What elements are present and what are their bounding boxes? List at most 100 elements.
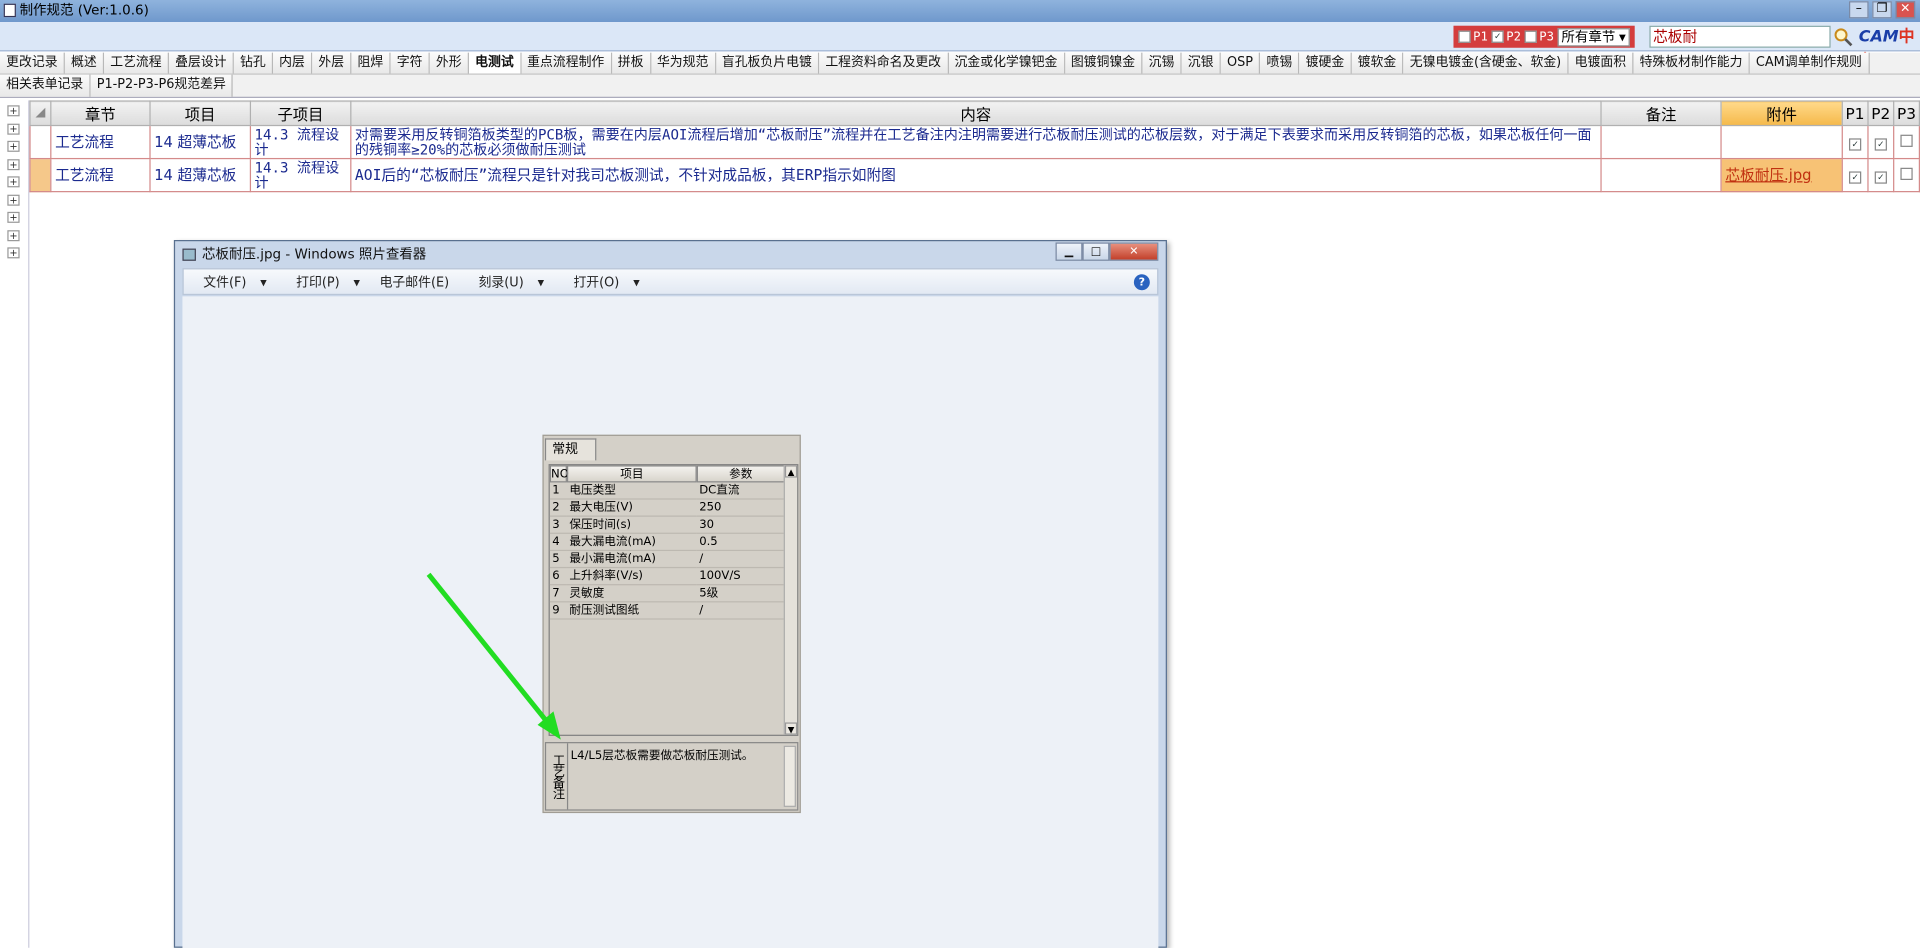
expand-icon[interactable]: + <box>7 194 20 206</box>
menu-open[interactable]: 打开(O) ▾ <box>554 272 650 290</box>
tab-item[interactable]: 特殊板材制作能力 <box>1633 52 1750 74</box>
cell-attachment[interactable] <box>1720 124 1843 160</box>
expand-icon[interactable]: + <box>7 140 20 152</box>
col-content[interactable]: 内容 <box>349 100 1602 127</box>
tab-item[interactable]: 电镀面积 <box>1568 52 1634 74</box>
tab-item[interactable]: 图镀铜镍金 <box>1064 52 1143 74</box>
cell-content[interactable]: AOI后的“芯板耐压”流程只是针对我司芯板测试，不针对成品板，其ERP指示如附图 <box>349 157 1602 193</box>
tab-item[interactable]: 沉锡 <box>1142 52 1182 74</box>
cell-chapter[interactable]: 工艺流程 <box>50 157 151 193</box>
table-row[interactable]: 工艺流程 14 超薄芯板 14.3 流程设计 对需要采用反转铜箔板类型的PCB板… <box>29 124 1920 160</box>
tab-item[interactable]: 字符 <box>390 52 430 74</box>
search-input[interactable]: 芯板耐 <box>1649 25 1831 48</box>
expand-icon[interactable]: + <box>7 211 20 223</box>
tab-item[interactable]: 重点流程制作 <box>521 52 612 74</box>
tab-item[interactable]: 外形 <box>429 52 469 74</box>
app-icon <box>3 3 16 18</box>
attachment-link[interactable]: 芯板耐压.jpg <box>1725 167 1811 184</box>
tab-item[interactable]: 镀软金 <box>1351 52 1404 74</box>
cell-chapter[interactable]: 工艺流程 <box>50 124 151 160</box>
tab-item[interactable]: 内层 <box>273 52 313 74</box>
chevron-down-icon: ▾ <box>1618 28 1626 45</box>
col-item[interactable]: 项目 <box>149 100 251 127</box>
row-selector-header[interactable] <box>29 100 52 127</box>
tab-item[interactable]: 镀硬金 <box>1299 52 1352 74</box>
search-button[interactable] <box>1831 24 1855 48</box>
cell-item[interactable]: 14 超薄芯板 <box>149 157 251 193</box>
tab-item[interactable]: P1-P2-P3-P6规范差异 <box>90 74 234 97</box>
tab-item[interactable]: 叠层设计 <box>168 52 234 74</box>
col-remark[interactable]: 备注 <box>1600 100 1722 127</box>
p2-filter[interactable]: ✓ P2 <box>1491 30 1521 43</box>
tab-item[interactable]: 喷锡 <box>1260 52 1300 74</box>
menu-file[interactable]: 文件(F) ▾ <box>184 272 277 290</box>
cell-remark[interactable] <box>1600 124 1722 160</box>
row-selector[interactable] <box>29 124 52 160</box>
tab-item[interactable]: 沉银 <box>1181 52 1221 74</box>
help-icon[interactable]: ? <box>1133 274 1150 291</box>
tab-item[interactable]: 电测试 <box>468 52 522 74</box>
cell-p1[interactable]: ✓ <box>1841 124 1869 160</box>
col-p1[interactable]: P1 <box>1841 100 1869 127</box>
cell-p3[interactable] <box>1892 124 1920 160</box>
tab-item[interactable]: 相关表单记录 <box>0 74 91 97</box>
cell-p2[interactable]: ✓ <box>1867 157 1895 193</box>
cell-p1[interactable]: ✓ <box>1841 157 1869 193</box>
minimize-button[interactable]: – <box>1848 1 1869 19</box>
menu-print[interactable]: 打印(P) ▾ <box>277 272 370 290</box>
tab-item[interactable]: 工程资料命名及更改 <box>819 52 949 74</box>
col-attachment[interactable]: 附件 <box>1720 100 1843 127</box>
tab-item[interactable]: 更改记录 <box>0 52 65 74</box>
cell-attachment[interactable]: 芯板耐压.jpg <box>1720 157 1843 193</box>
row-selector[interactable] <box>29 157 52 193</box>
cell-p2[interactable]: ✓ <box>1867 124 1895 160</box>
chapter-select[interactable]: 所有章节 ▾ <box>1557 27 1630 46</box>
p3-checkbox[interactable] <box>1524 30 1537 43</box>
tab-item[interactable]: 沉金或化学镍钯金 <box>948 52 1065 74</box>
p1-checkbox[interactable] <box>1458 30 1471 43</box>
menu-burn[interactable]: 刻录(U) ▾ <box>459 272 554 290</box>
viewer-maximize-button[interactable]: □ <box>1082 242 1110 261</box>
expand-icon[interactable]: + <box>7 105 20 117</box>
cell-p3[interactable] <box>1892 157 1920 193</box>
cell-subitem[interactable]: 14.3 流程设计 <box>249 124 352 160</box>
expand-icon[interactable]: + <box>7 123 20 135</box>
cell-item[interactable]: 14 超薄芯板 <box>149 124 251 160</box>
expand-icon[interactable]: + <box>7 229 20 241</box>
p3-filter[interactable]: P3 <box>1524 30 1554 43</box>
param-row: 9 耐压测试图纸 / <box>549 602 797 620</box>
tab-item[interactable]: 无镍电镀金(含硬金、软金) <box>1403 52 1569 74</box>
col-p3[interactable]: P3 <box>1892 100 1920 127</box>
tab-item[interactable]: 工艺流程 <box>104 52 169 74</box>
cell-remark[interactable] <box>1600 157 1722 193</box>
filter-group: P1 ✓ P2 P3 所有章节 ▾ <box>1453 25 1635 48</box>
p2-checkbox[interactable]: ✓ <box>1491 30 1504 43</box>
tab-item[interactable]: 盲孔板负片电镀 <box>715 52 820 74</box>
param-row: 5 最小漏电流(mA) / <box>549 551 797 569</box>
tab-item[interactable]: 华为规范 <box>650 52 716 74</box>
menu-email[interactable]: 电子邮件(E) <box>370 272 459 290</box>
tab-item[interactable]: 概述 <box>64 52 105 74</box>
tab-item[interactable]: 阻焊 <box>351 52 391 74</box>
tab-item[interactable]: 外层 <box>312 52 352 74</box>
cell-subitem[interactable]: 14.3 流程设计 <box>249 157 352 193</box>
tab-item[interactable]: CAM调单制作规则 <box>1749 52 1870 74</box>
col-chapter[interactable]: 章节 <box>50 100 151 127</box>
close-button[interactable]: ✕ <box>1895 1 1916 19</box>
viewer-minimize-button[interactable]: ▁ <box>1055 242 1083 261</box>
p1-filter[interactable]: P1 <box>1458 30 1488 43</box>
viewer-close-button[interactable]: ✕ <box>1109 242 1159 261</box>
cell-content[interactable]: 对需要采用反转铜箔板类型的PCB板，需要在内层AOI流程后增加“芯板耐压”流程并… <box>349 124 1602 160</box>
expand-icon[interactable]: + <box>7 247 20 259</box>
expand-icon[interactable]: + <box>7 158 20 170</box>
expand-icon[interactable]: + <box>7 176 20 188</box>
col-subitem[interactable]: 子项目 <box>249 100 352 127</box>
table-row[interactable]: 工艺流程 14 超薄芯板 14.3 流程设计 AOI后的“芯板耐压”流程只是针对… <box>29 157 1920 193</box>
search-icon <box>1834 28 1853 47</box>
viewer-menu-bar: 文件(F) ▾ 打印(P) ▾ 电子邮件(E) 刻录(U) ▾ 打开(O) ▾ … <box>182 268 1159 296</box>
col-p2[interactable]: P2 <box>1867 100 1895 127</box>
tab-item[interactable]: OSP <box>1220 52 1261 74</box>
tab-item[interactable]: 拼板 <box>611 52 651 74</box>
tab-item[interactable]: 钻孔 <box>233 52 274 74</box>
maximize-button[interactable]: ❐ <box>1872 1 1892 19</box>
